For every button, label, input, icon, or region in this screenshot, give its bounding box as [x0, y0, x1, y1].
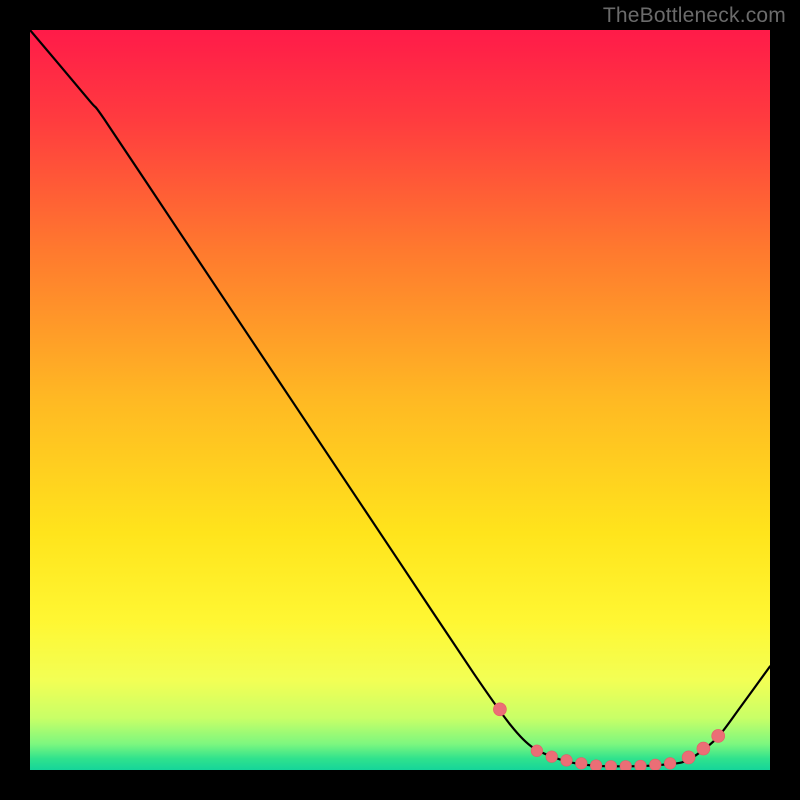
chart-stage: TheBottleneck.com: [0, 0, 800, 800]
attribution-label: TheBottleneck.com: [603, 4, 786, 28]
gradient-background: [30, 30, 770, 770]
plot-area: [30, 30, 770, 770]
